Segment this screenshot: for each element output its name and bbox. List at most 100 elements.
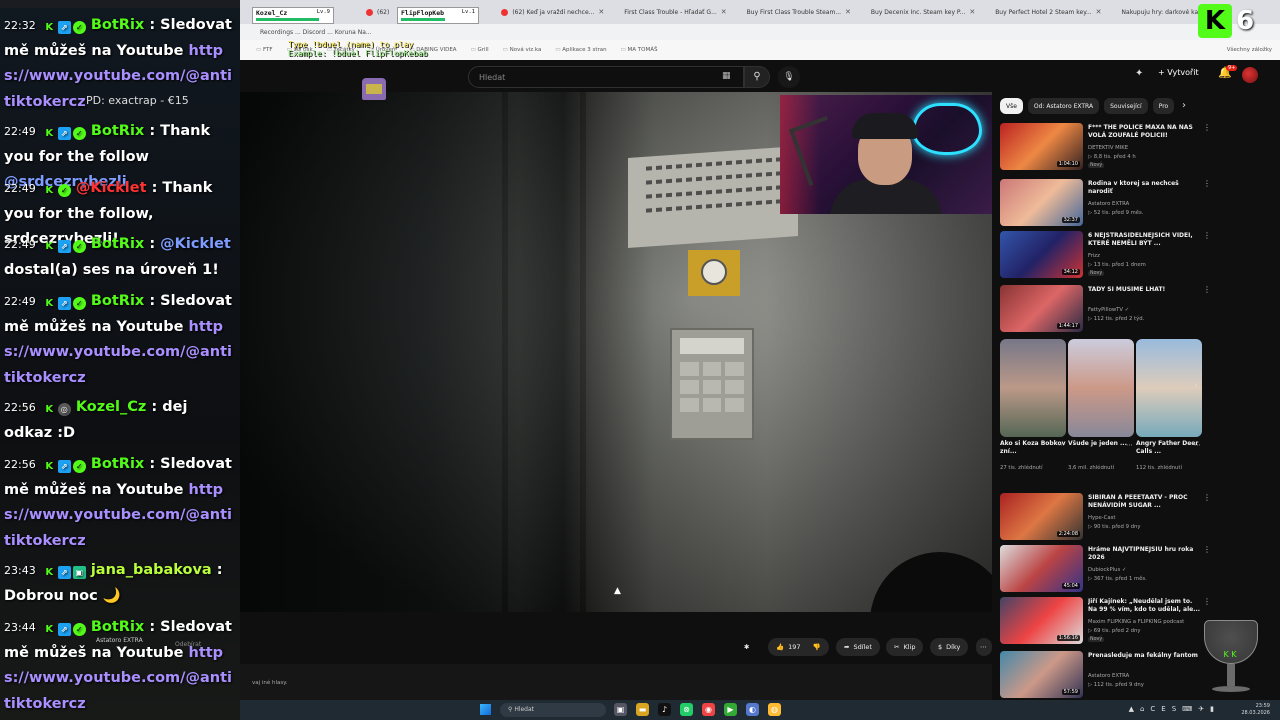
file-explorer-icon[interactable]: ▬ bbox=[636, 703, 649, 716]
chat-username[interactable]: BotRix bbox=[91, 17, 144, 33]
keyboard-icon[interactable]: ▦ bbox=[722, 71, 731, 81]
create-button[interactable]: + Vytvořit bbox=[1158, 68, 1199, 77]
chip-channel[interactable]: Od: Astatoro EXTRA bbox=[1027, 98, 1100, 114]
browser-tab[interactable]: First Class Trouble - Hľadať G... ✕ bbox=[616, 3, 734, 21]
chat-username[interactable]: @Kicklet bbox=[76, 180, 147, 196]
short-thumbnail[interactable] bbox=[1000, 339, 1066, 437]
chrome-icon[interactable]: ◍ bbox=[768, 703, 781, 716]
bot-badge-icon: ⇗ bbox=[57, 460, 71, 473]
close-tab-icon[interactable]: ✕ bbox=[845, 8, 851, 16]
recommended-video[interactable]: 1:44:17 TADY SI MUSÍME LHÁT! FattyPillow… bbox=[1000, 285, 1272, 335]
address-bar[interactable]: Recordings ... Discord ... Koruna Na... bbox=[240, 24, 1280, 40]
chevron-right-icon[interactable]: › bbox=[1182, 100, 1186, 111]
clip-button[interactable]: ✂ Klip bbox=[886, 638, 924, 656]
chat-username[interactable]: BotRix bbox=[91, 236, 144, 252]
system-tray-icons[interactable]: ▲⌂CES⌨✈▮ bbox=[1129, 705, 1220, 713]
chevron-right-icon[interactable]: › bbox=[1194, 381, 1198, 391]
taskview-icon[interactable]: ▣ bbox=[614, 703, 627, 716]
more-options-icon[interactable]: ⋮ bbox=[1203, 493, 1211, 502]
recommended-video[interactable]: 34:12 6 NEJSTRAŠIDELNĚJŠÍCH VIDEÍ, KTERÉ… bbox=[1000, 231, 1272, 281]
video-thumbnail[interactable]: 32:37 bbox=[1000, 179, 1083, 226]
bookmark[interactable]: MA TOMÁŠ bbox=[621, 47, 658, 53]
search-button[interactable]: ⚲ bbox=[744, 66, 770, 88]
recommended-video[interactable]: 1:04:10 F*** THE POLICE MAXA NA NÁS VOLÁ… bbox=[1000, 123, 1272, 173]
chip-all[interactable]: Vše bbox=[1000, 98, 1023, 114]
close-tab-icon[interactable]: ✕ bbox=[598, 8, 604, 16]
video-thumbnail[interactable]: 1:04:10 bbox=[1000, 123, 1083, 170]
avatar[interactable] bbox=[1242, 67, 1258, 83]
clock[interactable]: 23:59 28.03.2026 bbox=[1241, 703, 1270, 717]
short-thumbnail[interactable] bbox=[1136, 339, 1202, 437]
recommended-video[interactable]: 32:37 Rodina v ktorej sa nechceš narodiť… bbox=[1000, 179, 1272, 229]
more-options-icon[interactable]: ⋯ bbox=[1126, 441, 1133, 449]
more-options-icon[interactable]: ⋯ bbox=[1058, 441, 1065, 449]
kick-logo-icon: K bbox=[1198, 4, 1232, 38]
bot-badge-icon: ⇗ bbox=[57, 566, 71, 579]
video-frame-detail bbox=[502, 92, 508, 612]
browser-tab[interactable]: Buy Decenix Inc. Steam key P... ✕ bbox=[863, 3, 983, 21]
browser-tab[interactable]: Buy Perfect Hotel 2 Steam key... ✕ bbox=[987, 3, 1109, 21]
video-thumbnail[interactable]: 57:59 bbox=[1000, 651, 1083, 698]
more-options-icon[interactable]: ⋮ bbox=[1203, 123, 1211, 132]
all-bookmarks[interactable]: Všechny záložky bbox=[1227, 47, 1272, 53]
youtube-header: Hledat ▦ ⚲ 🎙 ✦ + Vytvořit 🔔 9+ bbox=[240, 60, 1280, 92]
recommended-video[interactable]: 2:24:08 SIBIŘAN A PEEETAATV - PROČ NENÁV… bbox=[1000, 493, 1272, 543]
more-actions-button[interactable]: ⋯ bbox=[976, 638, 992, 656]
chat-username[interactable]: BotRix bbox=[91, 123, 144, 139]
close-tab-icon[interactable]: ✕ bbox=[721, 8, 727, 16]
windows-start-icon[interactable] bbox=[480, 704, 491, 715]
more-options-icon[interactable]: ⋯ bbox=[1194, 441, 1201, 449]
settings-icon[interactable]: ✱ bbox=[744, 638, 749, 656]
player-bar: Kozel_Cz Lv.9 bbox=[252, 7, 334, 24]
recommended-video[interactable]: 45:04 Hráme NAJVTIPNEJŠIU hru roka 2026 … bbox=[1000, 545, 1272, 595]
more-options-icon[interactable]: ⋮ bbox=[1203, 285, 1211, 294]
chip-related[interactable]: Související bbox=[1104, 98, 1148, 114]
close-tab-icon[interactable]: ✕ bbox=[1096, 8, 1102, 16]
thumbs-up-icon: 👍 bbox=[776, 643, 785, 651]
chat-username[interactable]: BotRix bbox=[91, 456, 144, 472]
more-options-icon[interactable]: ⋮ bbox=[1203, 231, 1211, 240]
webcam-feed bbox=[780, 95, 992, 214]
bookmark[interactable]: Aplikace 3 stran bbox=[555, 47, 606, 53]
chat-mention[interactable]: @Kicklet bbox=[160, 236, 231, 252]
share-button[interactable]: ➦ Sdílet bbox=[836, 638, 880, 656]
video-thumbnail[interactable]: 34:12 bbox=[1000, 231, 1083, 278]
goblet-overlay: K K bbox=[1196, 620, 1266, 700]
taskbar-search[interactable]: ⚲ Hledat bbox=[500, 703, 606, 717]
search-input[interactable]: Hledat bbox=[468, 66, 744, 88]
xbox-icon[interactable]: ⊗ bbox=[680, 703, 693, 716]
thumbs-down-icon[interactable]: 👎 bbox=[813, 643, 821, 651]
bookmark[interactable]: FTF bbox=[256, 47, 273, 53]
chat-username[interactable]: jana_babakova bbox=[91, 562, 212, 578]
video-thumbnail[interactable]: 1:56:16 bbox=[1000, 597, 1083, 644]
discord-icon[interactable]: ◐ bbox=[746, 703, 759, 716]
chat-username[interactable]: BotRix bbox=[91, 293, 144, 309]
chat-username[interactable]: Kozel_Cz bbox=[76, 399, 147, 415]
more-options-icon[interactable]: ⋮ bbox=[1203, 545, 1211, 554]
like-button[interactable]: 👍 197 👎 bbox=[768, 638, 829, 656]
screen: (62) (62) Keď ja vraždí nechce... ✕ First… bbox=[0, 0, 1280, 720]
tiktok-icon[interactable]: ♪ bbox=[658, 703, 671, 716]
short-thumbnail[interactable] bbox=[1068, 339, 1134, 437]
close-tab-icon[interactable]: ✕ bbox=[969, 8, 975, 16]
cast-icon[interactable]: ✦ bbox=[1135, 68, 1143, 79]
video-thumbnail[interactable]: 1:44:17 bbox=[1000, 285, 1083, 332]
chat-message: 22:49 K ⇗ ✓ BotRix : Sledovat mě můžeš na … bbox=[4, 293, 232, 386]
bookmark[interactable]: Grill bbox=[471, 47, 489, 53]
play-icon[interactable]: ▶ bbox=[724, 703, 737, 716]
video-thumbnail[interactable]: 45:04 bbox=[1000, 545, 1083, 592]
mic-icon[interactable]: 🎙 bbox=[778, 66, 800, 88]
more-options-icon[interactable]: ⋮ bbox=[1203, 179, 1211, 188]
chat-message: 23:43 K ⇗ ▣ jana_babakova : Dobrou noc 🌙 bbox=[4, 562, 223, 604]
browser-tab[interactable]: Buy First Class Trouble Steam... ✕ bbox=[739, 3, 859, 21]
more-options-icon[interactable]: ⋮ bbox=[1203, 597, 1211, 606]
bookmark[interactable]: Nová viz.ka bbox=[503, 47, 542, 53]
thanks-button[interactable]: $ Díky bbox=[930, 638, 969, 656]
chat-username[interactable]: BotRix bbox=[91, 619, 144, 635]
kick-badge-icon: K bbox=[45, 461, 54, 472]
chip-for-you[interactable]: Pro bbox=[1152, 98, 1175, 114]
kick-badge-icon: K bbox=[45, 298, 54, 309]
browser-tab[interactable]: (62) Keď ja vraždí nechce... ✕ bbox=[493, 3, 612, 21]
video-thumbnail[interactable]: 2:24:08 bbox=[1000, 493, 1083, 540]
record-icon[interactable]: ◉ bbox=[702, 703, 715, 716]
